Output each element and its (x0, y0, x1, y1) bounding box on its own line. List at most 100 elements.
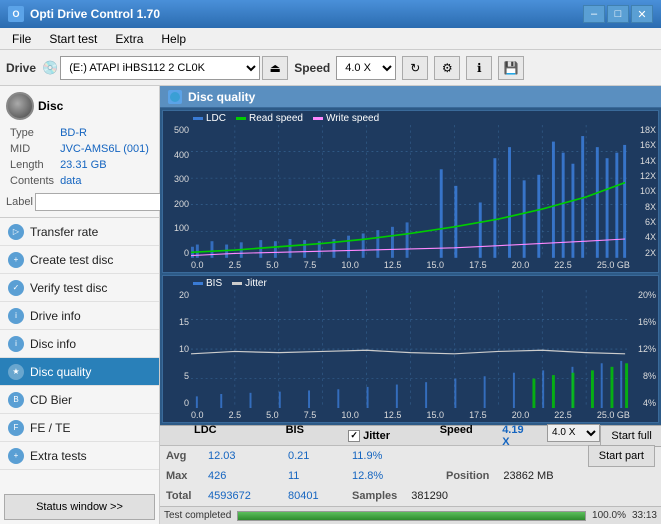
drive-select[interactable]: (E:) ATAPI iHBS112 2 CL0K (60, 56, 260, 80)
label-input[interactable] (35, 193, 173, 211)
col-speed-header: Speed (440, 424, 489, 448)
y-label-300: 300 (165, 174, 189, 184)
minimize-button[interactable]: – (583, 5, 605, 23)
menu-start-test[interactable]: Start test (41, 30, 105, 48)
legend-jitter: Jitter (245, 278, 267, 289)
chart1-svg (191, 125, 630, 258)
menu-help[interactable]: Help (153, 30, 194, 48)
start-part-button[interactable]: Start part (588, 445, 655, 467)
yr-14x: 14X (632, 156, 656, 166)
sidebar-item-disc-info[interactable]: i Disc info (0, 330, 159, 358)
settings-button[interactable]: ⚙ (434, 56, 460, 80)
speed-dropdown[interactable]: 4.0 X (547, 424, 600, 442)
total-label: Total (166, 490, 194, 502)
col-bis-header: BIS (286, 424, 335, 448)
sidebar-item-disc-quality[interactable]: ★ Disc quality (0, 358, 159, 386)
drive-label: Drive (6, 61, 36, 75)
legend-bis: BIS (206, 278, 222, 289)
yr-18x: 18X (632, 125, 656, 135)
progress-bar-outer (237, 511, 586, 521)
sidebar-item-drive-info[interactable]: i Drive info (0, 302, 159, 330)
samples-label: Samples (352, 490, 397, 502)
stats-bar: LDC BIS ✓ Jitter Speed 4.19 X 4.0 X Star… (160, 425, 661, 506)
title-bar: O Opti Drive Control 1.70 – □ ✕ (0, 0, 661, 28)
window-title: Opti Drive Control 1.70 (30, 7, 160, 21)
menu-file[interactable]: File (4, 30, 39, 48)
jitter-checkbox[interactable]: ✓ (348, 430, 360, 442)
sidebar-item-create-test-disc[interactable]: + Create test disc (0, 246, 159, 274)
yr-4x: 4X (632, 232, 656, 242)
col-ldc-header: LDC (194, 424, 272, 448)
speed-select[interactable]: 4.0 X (336, 56, 396, 80)
label-row: Label ✎ (6, 193, 153, 211)
main-area: Disc Type BD-R MID JVC-AMS6L (001) Lengt… (0, 86, 661, 524)
ldc-chart: LDC Read speed Write speed 500 400 300 2… (162, 110, 659, 273)
menu-bar: File Start test Extra Help (0, 28, 661, 50)
disc-quality-icon: ★ (8, 364, 24, 380)
progress-percent: 100.0% (592, 510, 626, 521)
status-window-button[interactable]: Status window >> (4, 494, 155, 520)
start-full-button[interactable]: Start full (600, 425, 661, 447)
legend-read-speed: Read speed (249, 113, 303, 124)
contents-label: Contents (8, 174, 56, 188)
refresh-button[interactable]: ↻ (402, 56, 428, 80)
col-jitter-header: Jitter (363, 430, 390, 442)
chart-title: Disc quality (188, 90, 255, 104)
samples-value: 381290 (411, 490, 448, 502)
legend-write-speed: Write speed (326, 113, 379, 124)
avg-label: Avg (166, 450, 194, 462)
chart2-y-left: 20 15 10 5 0 (163, 290, 191, 408)
sidebar-nav: ▷ Transfer rate + Create test disc ✓ Ver… (0, 218, 159, 490)
verify-test-disc-icon: ✓ (8, 280, 24, 296)
chart2-y-right: 20% 16% 12% 8% 4% (630, 290, 658, 408)
y-label-200: 200 (165, 199, 189, 209)
chart1-x-axis: 0.0 2.5 5.0 7.5 10.0 12.5 15.0 17.5 20.0… (191, 260, 630, 270)
maximize-button[interactable]: □ (607, 5, 629, 23)
length-value: 23.31 GB (58, 158, 151, 172)
app-icon: O (8, 6, 24, 22)
speed-current: 4.19 X (502, 424, 533, 448)
max-label: Max (166, 470, 194, 482)
yr-6x: 6X (632, 217, 656, 227)
disc-properties-table: Type BD-R MID JVC-AMS6L (001) Length 23.… (6, 124, 153, 190)
avg-ldc: 12.03 (208, 450, 274, 462)
sidebar-item-transfer-rate[interactable]: ▷ Transfer rate (0, 218, 159, 246)
progress-bar-inner (238, 512, 585, 520)
window-controls: – □ ✕ (583, 5, 653, 23)
transfer-rate-icon: ▷ (8, 224, 24, 240)
sidebar-item-cd-bier[interactable]: B CD Bier (0, 386, 159, 414)
drive-info-icon: i (8, 308, 24, 324)
save-button[interactable]: 💾 (498, 56, 524, 80)
menu-extra[interactable]: Extra (107, 30, 151, 48)
drive-icon: 💿 (42, 60, 58, 76)
type-label: Type (8, 126, 56, 140)
cd-bier-icon: B (8, 392, 24, 408)
legend-ldc: LDC (206, 113, 226, 124)
max-ldc: 426 (208, 470, 274, 482)
chart2-legend: BIS Jitter (193, 278, 267, 289)
chart1-y-right: 18X 16X 14X 12X 10X 8X 6X 4X 2X (630, 125, 658, 258)
disc-section-title: Disc (38, 99, 63, 113)
y-label-100: 100 (165, 223, 189, 233)
chart-header: Disc quality (160, 86, 661, 108)
elapsed-time: 33:13 (632, 510, 657, 521)
chart1-legend: LDC Read speed Write speed (193, 113, 379, 124)
disc-graphic (6, 92, 34, 120)
max-jitter: 12.8% (352, 470, 432, 482)
create-test-disc-icon: + (8, 252, 24, 268)
position-value: 23862 MB (503, 470, 553, 482)
yr-8x: 8X (632, 202, 656, 212)
close-button[interactable]: ✕ (631, 5, 653, 23)
sidebar-item-fe-te[interactable]: F FE / TE (0, 414, 159, 442)
yr-2x: 2X (632, 248, 656, 258)
yr-16x: 16X (632, 140, 656, 150)
avg-bis: 0.21 (288, 450, 338, 462)
sidebar-item-extra-tests[interactable]: + Extra tests (0, 442, 159, 470)
yr-12x: 12X (632, 171, 656, 181)
total-bis: 80401 (288, 490, 338, 502)
eject-button[interactable]: ⏏ (262, 56, 288, 80)
y-label-400: 400 (165, 150, 189, 160)
info-button[interactable]: ℹ (466, 56, 492, 80)
sidebar-item-verify-test-disc[interactable]: ✓ Verify test disc (0, 274, 159, 302)
status-text: Test completed (164, 510, 231, 521)
